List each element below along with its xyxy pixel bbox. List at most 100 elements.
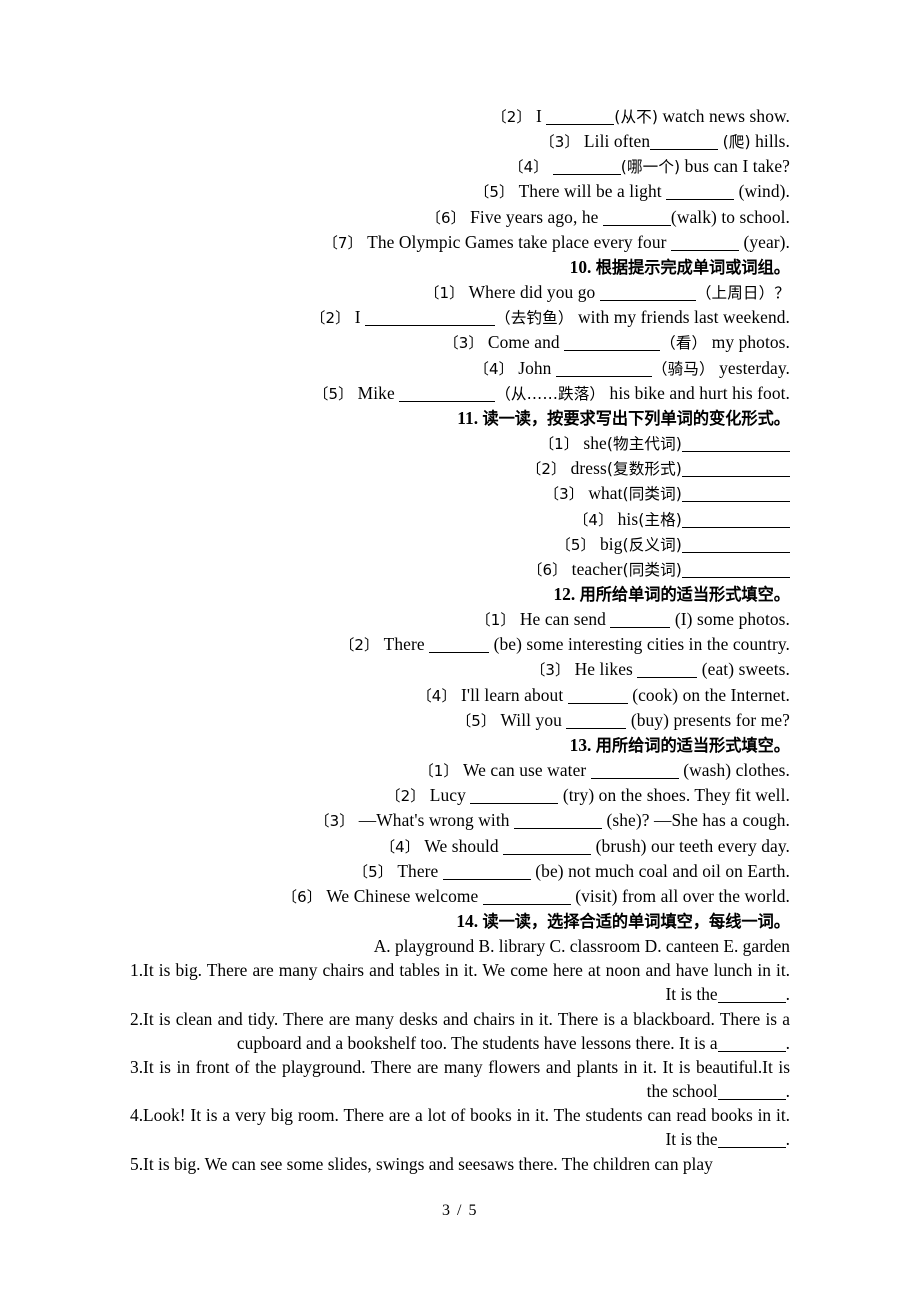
answer-blank[interactable] [717, 1038, 786, 1052]
answer-blank[interactable] [546, 111, 615, 125]
answer-blank[interactable] [566, 715, 627, 729]
item-text-after: my photos. [707, 332, 790, 353]
exercise-item: 〔6〕 teacher(同类词) [130, 557, 790, 582]
exercise-item: 〔7〕 The Olympic Games take place every f… [130, 230, 790, 255]
answer-blank[interactable] [470, 790, 559, 805]
answer-blank[interactable] [555, 363, 652, 377]
item-number: 〔2〕 [339, 636, 380, 655]
item-word: what [588, 483, 623, 504]
reading-item: 2.It is clean and tidy. There are many d… [130, 1007, 790, 1055]
item-word: big [600, 533, 623, 554]
item-text-after: with my friends last weekend. [573, 307, 790, 328]
answer-blank[interactable] [717, 1134, 786, 1149]
answer-blank[interactable] [717, 989, 786, 1004]
answer-blank[interactable] [610, 614, 671, 629]
item-word: she [583, 433, 607, 454]
answer-blank[interactable] [666, 186, 735, 201]
item-text-before: Come and [487, 332, 565, 353]
item-hint: (复数形式) [606, 460, 682, 479]
answer-blank[interactable] [682, 438, 790, 453]
item-number: 〔6〕 [527, 560, 568, 579]
item-number: 〔5〕 [313, 384, 354, 403]
exercise-item: 〔1〕 she(物主代词) [130, 431, 790, 456]
item-hint: (wind) [738, 181, 786, 202]
item-hint: (从不) [614, 108, 659, 126]
item-hint: （上周日） [695, 284, 775, 303]
answer-blank[interactable] [482, 891, 571, 905]
answer-blank[interactable] [682, 539, 790, 553]
answer-blank[interactable] [399, 388, 496, 402]
item-number: 〔3〕 [314, 812, 355, 831]
answer-blank[interactable] [552, 161, 621, 176]
answer-blank[interactable] [682, 514, 790, 528]
answer-blank[interactable] [682, 463, 790, 478]
answer-blank[interactable] [429, 639, 490, 654]
answer-blank[interactable] [599, 287, 696, 302]
item-number: 〔2〕 [310, 309, 351, 328]
item-hint: (哪一个) [620, 158, 681, 177]
item-text-before: I'll learn about [461, 684, 568, 705]
item-text-before: I [535, 106, 547, 126]
item-number: 〔2〕 [526, 460, 567, 479]
item-hint: (she)? [606, 810, 650, 831]
answer-blank[interactable] [637, 664, 698, 679]
exercise-item: 〔3〕 Come and （看） my photos. [130, 330, 790, 355]
item-text-before: John [518, 357, 556, 378]
item-number: 〔5〕 [353, 862, 393, 881]
answer-blank[interactable] [567, 690, 628, 704]
item-word: his [617, 508, 639, 529]
answer-blank[interactable] [682, 488, 790, 503]
item-text-after: some photos. [692, 609, 790, 630]
exercise-item: 〔5〕 Will you (buy) presents for me? [130, 708, 790, 733]
item-text-after: on the shoes. They fit well. [594, 785, 790, 806]
exercise-item: 〔3〕 He likes (eat) sweets. [130, 657, 790, 682]
section-title: 读一读，按要求写出下列单词的变化形式。 [482, 408, 790, 428]
exercise-item: 〔5〕 There will be a light (wind). [130, 179, 790, 204]
exercise-item: 〔3〕 Lili often (爬) hills. [130, 129, 790, 154]
item-text-after: some interesting cities in the country. [521, 634, 790, 655]
answer-blank[interactable] [514, 815, 603, 830]
item-hint: (爬) [722, 133, 751, 152]
answer-blank[interactable] [682, 564, 790, 578]
item-text-after: not much coal and oil on Earth. [563, 860, 790, 881]
item-hint: (walk) [670, 206, 717, 227]
reading-text: 4.Look! It is a very big room. There are… [130, 1105, 790, 1150]
answer-blank[interactable] [602, 212, 671, 226]
exercise-item: 〔6〕 We Chinese welcome (visit) from all … [130, 884, 790, 909]
reading-text: 2.It is clean and tidy. There are many d… [130, 1008, 790, 1053]
exercise-item: 〔4〕 I'll learn about (cook) on the Inter… [130, 683, 790, 708]
answer-blank[interactable] [503, 841, 592, 855]
answer-blank[interactable] [365, 312, 496, 327]
reading-tail: . [785, 1129, 790, 1150]
item-text-before: There [383, 634, 430, 655]
section-number: 13. [569, 734, 592, 755]
answer-blank[interactable] [442, 866, 531, 880]
answer-blank[interactable] [670, 237, 739, 251]
item-text-before: We Chinese welcome [326, 885, 483, 906]
item-number: 〔3〕 [443, 334, 484, 353]
exercise-item: 〔4〕 We should (brush) our teeth every da… [130, 834, 790, 859]
answer-blank[interactable] [564, 337, 661, 352]
item-number: 〔3〕 [530, 661, 571, 680]
item-text-after: —She has a cough. [649, 810, 790, 831]
item-text-before: Will you [500, 709, 567, 730]
item-text-before: Five years ago, he [470, 206, 603, 227]
item-text-before: —What's wrong with [358, 810, 515, 831]
exercise-item: 〔2〕 dress(复数形式) [130, 456, 790, 481]
answer-blank[interactable] [717, 1086, 786, 1101]
reading-item: 4.Look! It is a very big room. There are… [130, 1103, 790, 1151]
item-text-before: Where did you go [468, 282, 600, 303]
answer-blank[interactable] [590, 765, 679, 780]
section-number: 10. [569, 256, 592, 277]
item-text-after: on the Internet. [678, 684, 790, 705]
item-hint: (be) [493, 634, 522, 655]
item-text-after: bus can I take? [680, 156, 790, 177]
item-hint: (物主代词) [606, 435, 682, 454]
section-title: 根据提示完成单词或词组。 [595, 257, 790, 277]
answer-blank[interactable] [650, 136, 719, 151]
reading-text: 5.It is big. We can see some slides, swi… [130, 1153, 713, 1174]
item-number: 〔5〕 [474, 183, 515, 202]
section-number: 12. [553, 583, 576, 604]
item-hint: (I) [674, 609, 693, 630]
item-word: teacher [571, 558, 623, 579]
